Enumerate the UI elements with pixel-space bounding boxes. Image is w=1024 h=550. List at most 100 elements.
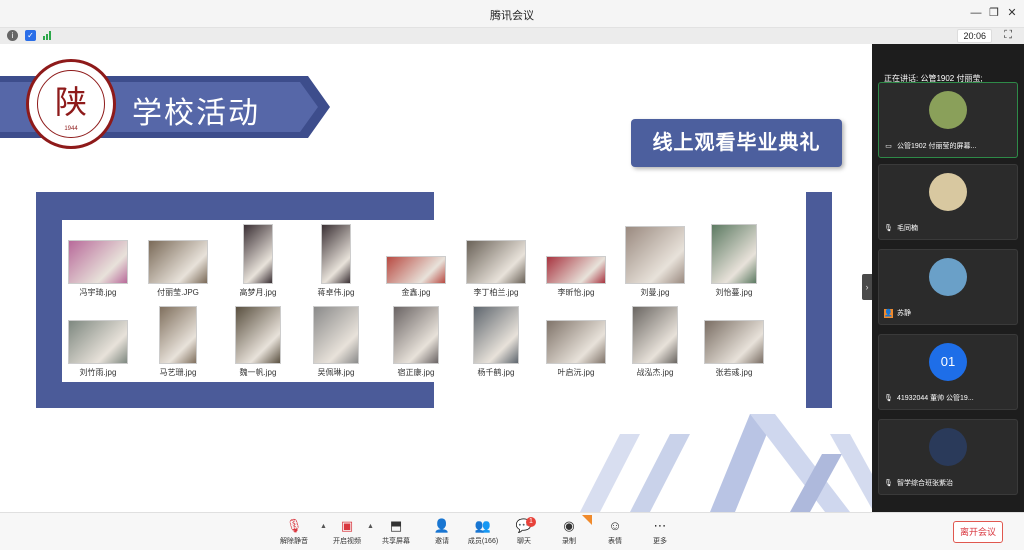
participant-tile[interactable]: ▭ 公管1902 付丽莹的屏幕...	[878, 82, 1018, 158]
photo-thumbnail	[711, 224, 757, 284]
emoji-button[interactable]: ☺ 表情	[593, 518, 637, 546]
photo-item: 张若彧.jpg	[699, 320, 769, 378]
more-button[interactable]: ⋯ 更多	[638, 518, 682, 546]
photo-caption: 战泓杰.jpg	[636, 368, 674, 377]
unmute-button[interactable]: 🎙 解除静音	[272, 518, 316, 546]
minimize-icon[interactable]: —	[968, 5, 984, 21]
avatar: 01	[929, 343, 967, 381]
participant-tile[interactable]: 🎙 毛同楠	[878, 164, 1018, 240]
photo-caption: 刘怡蔓.jpg	[715, 288, 753, 297]
photo-item: 金鑫.jpg	[381, 256, 451, 298]
photo-item: 蒋卓伟.jpg	[301, 224, 371, 298]
photo-thumbnail	[68, 320, 128, 364]
photo-thumbnail	[632, 306, 678, 364]
participant-name: 苏静	[897, 310, 911, 317]
title-bar: 腾讯会议 — ❐ ✕	[0, 0, 1024, 28]
participant-name: 毛同楠	[897, 225, 918, 232]
shield-icon[interactable]: ✓	[25, 30, 36, 41]
photo-thumbnail	[473, 306, 519, 364]
photo-thumbnail	[313, 306, 359, 364]
meeting-toolbar: 🎙 解除静音 ▲ ▣ 开启视频 ▲ ⬒ 共享屏幕 👤 邀请 👥 成员(166) …	[0, 512, 1024, 550]
participant-name: 智学综合班张紫治	[897, 480, 953, 487]
photo-thumbnail	[386, 256, 446, 284]
restore-icon[interactable]: ❐	[986, 5, 1002, 21]
photo-item: 冯宇琦.jpg	[63, 240, 133, 298]
camera-off-icon: ▣	[340, 518, 354, 533]
chat-button[interactable]: 💬 聊天	[502, 518, 546, 546]
share-screen-icon: ⬒	[389, 518, 403, 533]
photo-thumbnail	[393, 306, 439, 364]
photo-caption: 刘曼.jpg	[640, 288, 670, 297]
photo-thumbnail	[466, 240, 526, 284]
photo-item: 刘竹雨.jpg	[63, 320, 133, 378]
photo-thumbnail	[704, 320, 764, 364]
photo-caption: 蒋卓伟.jpg	[317, 288, 355, 297]
share-screen-button[interactable]: ⬒ 共享屏幕	[374, 518, 418, 546]
photo-item: 李丁柏兰.jpg	[461, 240, 531, 298]
members-icon: 👥	[474, 518, 492, 533]
decorative-stripes	[580, 414, 872, 512]
photo-caption: 李丁柏兰.jpg	[473, 288, 519, 297]
photo-thumbnail	[148, 240, 208, 284]
photo-caption: 付丽莹.JPG	[157, 288, 199, 297]
photo-thumbnail	[159, 306, 197, 364]
shared-slide: 陕 1944 学校活动 线上观看毕业典礼 冯宇琦.jpg 付丽莹.JPG 高梦月.j…	[0, 44, 872, 512]
info-bar: i ✓	[0, 28, 1024, 44]
invite-icon: 👤	[433, 518, 451, 533]
leave-meeting-button[interactable]: 离开会议	[953, 521, 1003, 543]
mic-muted-icon: 🎙	[884, 395, 893, 402]
chat-badge: 1	[526, 517, 536, 527]
photo-item: 宿正康.jpg	[381, 306, 451, 378]
photo-thumbnail	[243, 224, 273, 284]
signal-icon[interactable]	[43, 31, 53, 40]
photo-item: 魏一帆.jpg	[223, 306, 293, 378]
invite-button[interactable]: 👤 邀请	[420, 518, 464, 546]
avatar	[929, 91, 967, 129]
chat-icon: 💬	[515, 518, 533, 533]
video-options-chevron-icon[interactable]: ▲	[367, 523, 374, 530]
photo-caption: 冯宇琦.jpg	[79, 288, 117, 297]
participant-tile[interactable]: 👤 苏静	[878, 249, 1018, 325]
photo-item: 战泓杰.jpg	[620, 306, 690, 378]
photo-thumbnail	[321, 224, 351, 284]
photo-caption: 金鑫.jpg	[401, 288, 431, 297]
more-icon: ⋯	[653, 518, 667, 533]
record-button[interactable]: ◉ 录制	[547, 518, 591, 546]
start-video-button[interactable]: ▣ 开启视频	[325, 518, 369, 546]
participant-tile[interactable]: 01 🎙 41932044 董帅 公管19...	[878, 334, 1018, 410]
mic-muted-icon: 🎙	[884, 225, 893, 232]
photo-item: 吴佩琳.jpg	[301, 306, 371, 378]
photo-thumbnail	[546, 256, 606, 284]
slide-heading: 学校活动	[132, 97, 260, 130]
photo-caption: 刘竹雨.jpg	[79, 368, 117, 377]
photo-thumbnail	[235, 306, 281, 364]
photo-caption: 高梦月.jpg	[239, 288, 277, 297]
photo-item: 李昕怡.jpg	[541, 256, 611, 298]
photo-caption: 魏一帆.jpg	[239, 368, 277, 377]
mic-muted-icon: 🎙	[285, 518, 303, 533]
meeting-timer: 20:06	[957, 29, 992, 43]
avatar	[929, 258, 967, 296]
close-icon[interactable]: ✕	[1004, 5, 1020, 21]
info-icon[interactable]: i	[7, 30, 18, 41]
photo-item: 马艺珊.jpg	[143, 306, 213, 378]
photo-caption: 叶启沅.jpg	[557, 368, 595, 377]
photo-caption: 宿正康.jpg	[397, 368, 435, 377]
participant-tile[interactable]: 🎙 智学综合班张紫治	[878, 419, 1018, 495]
collapse-sidebar-button[interactable]: ›	[862, 274, 872, 300]
university-logo: 陕 1944	[26, 59, 116, 149]
photo-item: 刘曼.jpg	[620, 226, 690, 298]
photo-caption: 杨千鹤.jpg	[477, 368, 515, 377]
photo-thumbnail	[68, 240, 128, 284]
photo-item: 刘怡蔓.jpg	[699, 224, 769, 298]
window-title: 腾讯会议	[490, 10, 534, 22]
photo-item: 高梦月.jpg	[223, 224, 293, 298]
members-button[interactable]: 👥 成员(166)	[461, 518, 505, 546]
photo-caption: 李昕怡.jpg	[557, 288, 595, 297]
photo-thumbnail	[546, 320, 606, 364]
participant-name: 公管1902 付丽莹的屏幕...	[897, 143, 977, 150]
photo-caption: 张若彧.jpg	[715, 368, 753, 377]
smiley-icon: ☺	[608, 518, 622, 533]
fullscreen-icon[interactable]: ⛶	[1004, 29, 1012, 42]
avatar	[929, 173, 967, 211]
